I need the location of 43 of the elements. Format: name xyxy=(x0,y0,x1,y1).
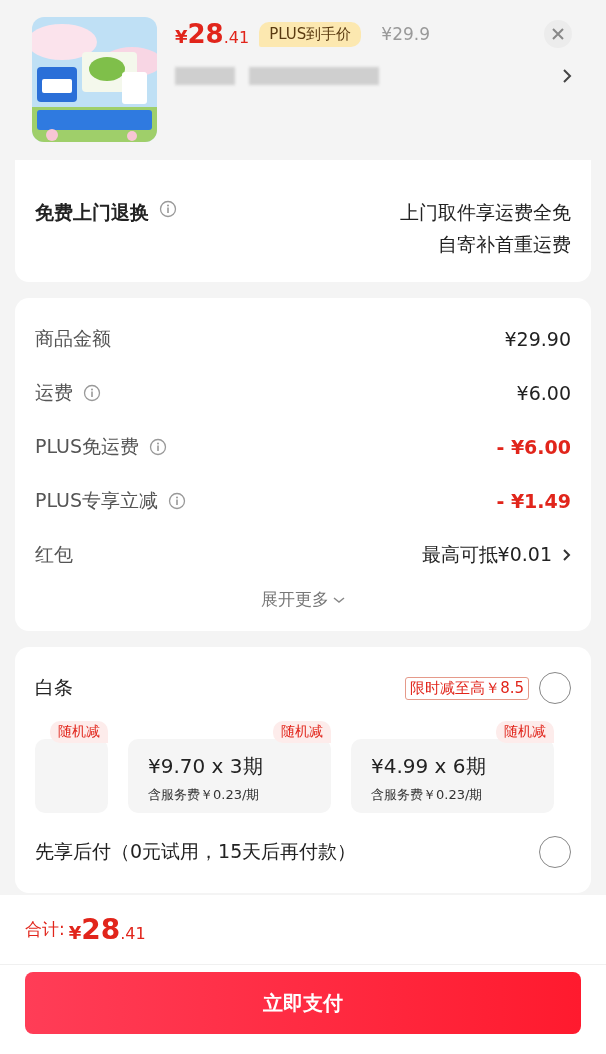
close-icon xyxy=(551,27,565,41)
row-value: ¥6.00 xyxy=(516,382,571,404)
row-value: - ¥6.00 xyxy=(496,436,571,458)
service-fee: 含服务费￥0.23/期 xyxy=(148,786,261,804)
info-icon[interactable] xyxy=(83,384,101,402)
original-price: ¥29.9 xyxy=(381,24,430,44)
pay-button[interactable]: 立即支付 xyxy=(25,972,581,1034)
row-label: 商品金额 xyxy=(35,326,111,351)
row-value: 上门取件享运费全免 xyxy=(400,200,571,225)
service-fee: 含服务费￥0.23/期 xyxy=(371,786,484,804)
expand-more-button[interactable]: 展开更多 xyxy=(255,582,351,617)
row-value: 最高可抵¥0.01 xyxy=(421,542,552,567)
payment-method-label: 先享后付（0元试用，15天后再付款） xyxy=(35,839,357,864)
row-label: 免费上门退换 xyxy=(35,200,149,225)
installment-option[interactable]: ¥9.70 x 3期 含服务费￥0.23/期 xyxy=(128,739,331,813)
row-label: PLUS专享立减 xyxy=(35,488,159,513)
row-value: - ¥1.49 xyxy=(496,490,571,512)
row-value: 自寄补首重运费 xyxy=(438,232,571,257)
radio-button[interactable] xyxy=(539,836,571,868)
row-label: PLUS免运费 xyxy=(35,434,140,459)
info-icon[interactable] xyxy=(159,200,177,218)
promo-tag: 限时减至高￥8.5 xyxy=(405,676,529,700)
installment-option[interactable]: ¥4.99 x 6期 含服务费￥0.23/期 xyxy=(351,739,554,813)
discount-badge: 随机减 xyxy=(50,721,108,743)
chevron-down-icon xyxy=(333,595,345,604)
row-label: 运费 xyxy=(35,380,73,405)
installment-amount: ¥4.99 x 6期 xyxy=(371,753,487,780)
radio-button[interactable] xyxy=(539,672,571,704)
price: ¥28.41 xyxy=(175,19,250,49)
discount-badge: 随机减 xyxy=(496,721,554,743)
chevron-right-icon[interactable] xyxy=(562,548,571,562)
price-tag: PLUS到手价 xyxy=(259,21,362,47)
info-icon[interactable] xyxy=(168,492,187,510)
row-label: 红包 xyxy=(35,542,73,567)
chevron-right-icon[interactable] xyxy=(562,68,572,84)
info-icon[interactable] xyxy=(149,438,168,456)
payment-method-label: 白条 xyxy=(35,675,73,700)
total-price: ¥28.41 xyxy=(68,913,146,946)
installment-amount: ¥9.70 x 3期 xyxy=(148,753,264,780)
discount-badge: 随机减 xyxy=(273,721,331,743)
row-value: ¥29.90 xyxy=(504,328,571,350)
total-label: 合计: xyxy=(25,918,65,941)
close-button[interactable] xyxy=(544,20,572,48)
